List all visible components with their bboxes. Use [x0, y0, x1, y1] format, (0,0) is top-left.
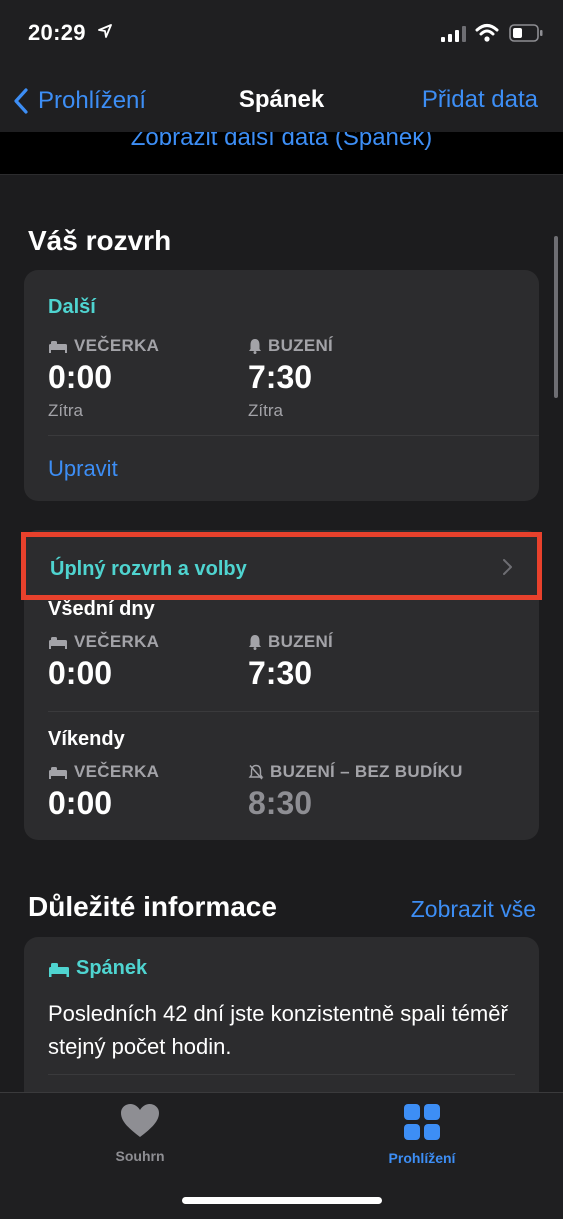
bedtime-caption-text: VEČERKA	[74, 336, 160, 355]
divider	[0, 174, 563, 175]
schedule-section-title: Váš rozvrh	[28, 225, 172, 256]
weekends-wake-caption-text: BUZENÍ – BEZ BUDÍKU	[270, 762, 463, 781]
weekdays-wake-value: 7:30	[248, 655, 313, 691]
full-schedule-options-row[interactable]: Úplný rozvrh a volby	[21, 532, 542, 600]
bedtime-caption: VEČERKA	[48, 336, 159, 356]
show-more-data-band: Zobrazit další data (Spánek)	[0, 132, 563, 174]
weekends-title: Víkendy	[48, 728, 125, 750]
highlights-section-title: Důležité informace	[28, 891, 277, 922]
weekends-bedtime-caption: VEČERKA	[48, 762, 159, 782]
battery-icon	[509, 24, 543, 42]
tab-browse-label: Prohlížení	[388, 1150, 456, 1166]
edit-button[interactable]: Upravit	[48, 456, 118, 482]
home-indicator	[182, 1197, 382, 1204]
tab-summary-label: Souhrn	[115, 1148, 165, 1164]
bed-icon	[49, 767, 67, 779]
weekends-bedtime-caption-text: VEČERKA	[74, 762, 160, 781]
next-wake-value: 7:30	[248, 359, 313, 395]
location-arrow-icon	[98, 24, 112, 38]
grid-icon	[404, 1104, 440, 1140]
highlight-category-text: Spánek	[76, 957, 148, 979]
cellular-signal-icon	[441, 26, 466, 42]
next-bedtime-value: 0:00	[48, 359, 113, 395]
bed-icon	[49, 341, 67, 353]
highlight-text: Posledních 42 dní jste konzistentně spal…	[48, 1001, 508, 1059]
weekdays-title: Všední dny	[48, 598, 155, 620]
status-bar: 20:29	[28, 20, 543, 48]
wake-caption-text: BUZENÍ	[268, 336, 334, 355]
tab-browse[interactable]: Prohlížení	[352, 1103, 492, 1166]
weekdays-wake-caption-text: BUZENÍ	[268, 632, 334, 651]
full-schedule-options-label: Úplný rozvrh a volby	[50, 558, 247, 580]
next-wake-day: Zítra	[248, 401, 283, 420]
weekdays-bedtime-caption: VEČERKA	[48, 632, 159, 652]
highlight-card[interactable]: Spánek Posledních 42 dní jste konzistent…	[24, 937, 539, 1107]
status-time: 20:29	[28, 20, 86, 45]
wake-caption: BUZENÍ	[248, 336, 333, 356]
bed-icon	[49, 637, 67, 649]
tab-summary[interactable]: Souhrn	[70, 1103, 210, 1164]
card-divider	[48, 711, 539, 712]
highlight-category: Spánek	[48, 957, 147, 980]
card-divider	[48, 1074, 515, 1075]
wifi-icon	[475, 24, 499, 42]
scrollbar[interactable]	[554, 236, 558, 398]
weekdays-wake-caption: BUZENÍ	[248, 632, 333, 652]
heart-icon	[121, 1104, 159, 1137]
weekends-bedtime-value: 0:00	[48, 785, 113, 821]
bed-icon	[49, 962, 69, 977]
see-all-button[interactable]: Zobrazit vše	[411, 896, 536, 923]
bell-slash-icon	[248, 764, 264, 780]
weekdays-bedtime-caption-text: VEČERKA	[74, 632, 160, 651]
weekdays-bedtime-value: 0:00	[48, 655, 113, 691]
weekends-wake-value: 8:30	[248, 785, 313, 821]
next-bedtime-day: Zítra	[48, 401, 83, 420]
add-data-button[interactable]: Přidat data	[422, 86, 538, 114]
weekends-wake-caption: BUZENÍ – BEZ BUDÍKU	[248, 762, 463, 782]
show-more-data-link[interactable]: Zobrazit další data (Spánek)	[0, 132, 563, 152]
navigation-header: 20:29 Prohlížení Spánek Přidat data	[0, 0, 563, 132]
card-divider	[48, 435, 539, 436]
bell-icon	[249, 635, 261, 650]
bell-icon	[249, 339, 261, 354]
next-label: Další	[48, 296, 96, 318]
nav-bar: Prohlížení Spánek Přidat data	[0, 84, 563, 118]
next-schedule-card: Další VEČERKA 0:00 Zítra BUZENÍ 7:30 Zít…	[24, 270, 539, 501]
chevron-right-icon	[503, 559, 512, 575]
